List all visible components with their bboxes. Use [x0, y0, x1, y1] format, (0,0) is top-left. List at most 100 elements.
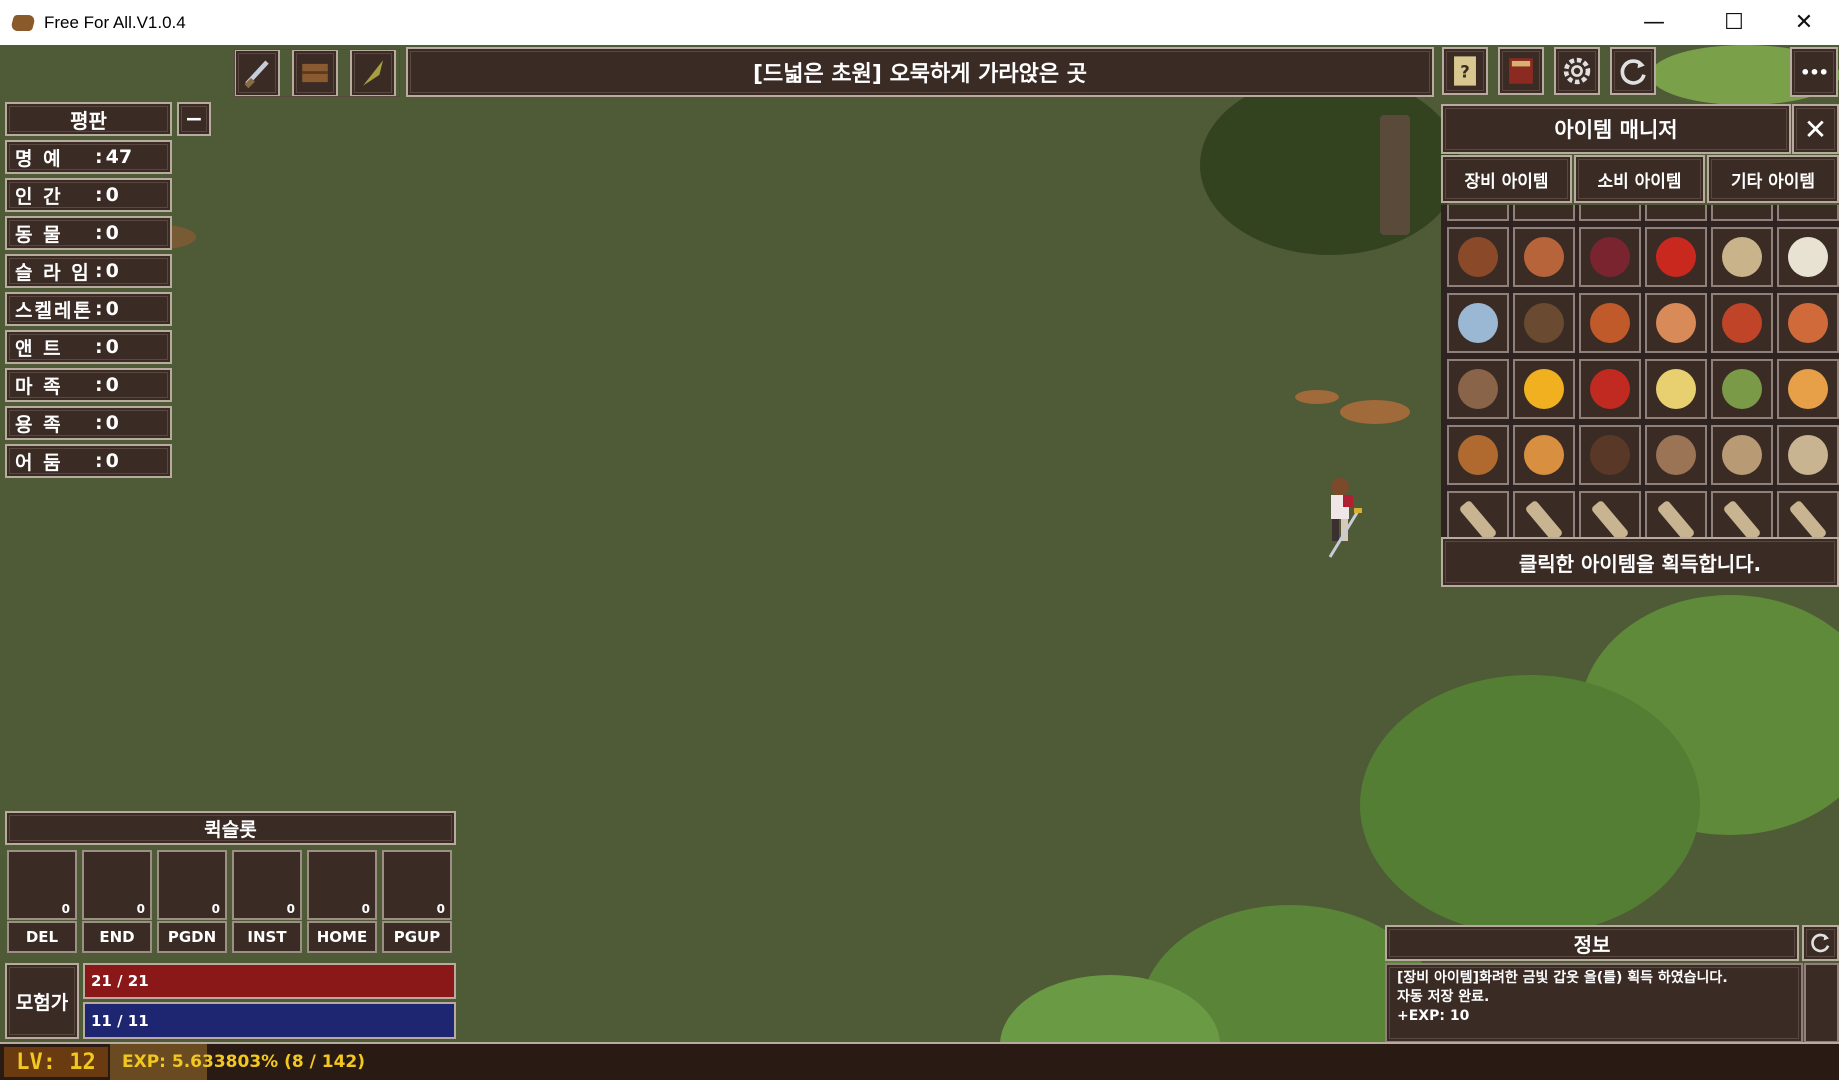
info-log[interactable]: [장비 아이템]화려한 금빛 갑옷 을(를) 획득 하였습니다. 자동 저장 완료…: [1385, 963, 1803, 1043]
book-button[interactable]: [1498, 47, 1544, 95]
item-slot[interactable]: [1447, 359, 1509, 419]
reputation-collapse-button[interactable]: −: [177, 102, 211, 136]
window-controls: — ☐ ✕: [1609, 0, 1839, 45]
item-slot-partial[interactable]: [1513, 205, 1575, 221]
item-slot[interactable]: [1513, 425, 1575, 485]
item-slot[interactable]: [1513, 293, 1575, 353]
dirt-patch: [1340, 400, 1410, 424]
item-slot[interactable]: [1579, 227, 1641, 287]
item-slot[interactable]: [1447, 425, 1509, 485]
item-slot[interactable]: [1711, 227, 1773, 287]
item-slot[interactable]: [1447, 293, 1509, 353]
class-name: 모험가: [15, 991, 69, 1014]
item-slot-partial[interactable]: [1447, 205, 1509, 221]
item-icon: [1524, 303, 1564, 343]
minimize-button[interactable]: —: [1609, 0, 1699, 45]
item-icon: [1458, 303, 1498, 343]
level-text: LV: 12: [16, 1049, 96, 1075]
reputation-separator: :: [95, 184, 103, 206]
item-slot[interactable]: [1513, 359, 1575, 419]
info-log-lines: [장비 아이템]화려한 금빛 갑옷 을(를) 획득 하였습니다. 자동 저장 완료…: [1397, 969, 1791, 1026]
reputation-value: 47: [105, 146, 133, 168]
feather-button[interactable]: [350, 49, 396, 97]
item-slot[interactable]: [1579, 293, 1641, 353]
sword-icon: [244, 60, 269, 89]
quickslot-slot[interactable]: 0: [232, 850, 302, 920]
item-icon: [1788, 369, 1828, 409]
quickslot-slot[interactable]: 0: [157, 850, 227, 920]
menu-button[interactable]: •••: [1790, 47, 1838, 97]
item-icon: [1590, 237, 1630, 277]
reputation-separator: :: [95, 336, 103, 358]
item-tab-equipment[interactable]: 장비 아이템: [1441, 155, 1572, 203]
item-icon: [1524, 499, 1564, 543]
gear-icon: [1563, 57, 1591, 85]
reputation-label: 슬 라 임: [15, 261, 91, 284]
item-slot[interactable]: [1777, 227, 1839, 287]
item-icon: [1722, 435, 1762, 475]
minus-icon: −: [184, 106, 204, 132]
chest-button[interactable]: [292, 49, 338, 97]
item-slot-partial[interactable]: [1645, 205, 1707, 221]
player-character: [1310, 475, 1370, 565]
refresh-button[interactable]: [1610, 47, 1656, 95]
reputation-separator: :: [95, 374, 103, 396]
quickslot-slot[interactable]: 0: [7, 850, 77, 920]
location-title: [드넓은 초원] 오묵하게 가라앉은 곳: [752, 62, 1088, 87]
reputation-row: 명 예:47: [5, 140, 172, 174]
item-tab-etc[interactable]: 기타 아이템: [1707, 155, 1839, 203]
item-slot[interactable]: [1711, 425, 1773, 485]
reputation-row: 어 둠:0: [5, 444, 172, 478]
item-manager-title: 아이템 매니저: [1554, 118, 1678, 142]
reputation-separator: :: [95, 222, 103, 244]
item-icon: [1788, 435, 1828, 475]
quest-button[interactable]: ?: [1442, 47, 1488, 95]
item-slot-partial[interactable]: [1777, 205, 1839, 221]
class-badge: 모험가: [5, 963, 79, 1039]
item-slot[interactable]: [1513, 227, 1575, 287]
item-slot[interactable]: [1645, 359, 1707, 419]
info-refresh-button[interactable]: [1802, 925, 1839, 961]
item-manager-close-button[interactable]: ✕: [1792, 104, 1839, 154]
item-icon: [1722, 499, 1762, 543]
item-slot[interactable]: [1711, 293, 1773, 353]
item-slot[interactable]: [1777, 425, 1839, 485]
close-window-button[interactable]: ✕: [1769, 0, 1839, 45]
book-icon: [1509, 58, 1533, 84]
item-slot[interactable]: [1711, 359, 1773, 419]
quickslot-slot[interactable]: 0: [382, 850, 452, 920]
settings-button[interactable]: [1554, 47, 1600, 95]
game-viewport[interactable]: [드넓은 초원] 오묵하게 가라앉은 곳 ? ••• 평판 − 명 예:47 인 …: [0, 45, 1839, 1080]
refresh-icon: [1620, 59, 1646, 85]
maximize-button[interactable]: ☐: [1699, 0, 1769, 45]
reputation-value: 0: [105, 374, 119, 396]
quickslot-slot[interactable]: 0: [82, 850, 152, 920]
reputation-label: 동 물: [15, 223, 63, 246]
info-scrollbar[interactable]: [1804, 963, 1839, 1043]
quickslot-key: END: [82, 921, 152, 953]
reputation-separator: :: [95, 146, 103, 168]
item-slot-partial[interactable]: [1579, 205, 1641, 221]
item-slot[interactable]: [1645, 293, 1707, 353]
quickslot-count: 0: [286, 902, 295, 916]
item-slot[interactable]: [1579, 359, 1641, 419]
item-icon: [1590, 435, 1630, 475]
item-manager-hint: 클릭한 아이템을 획득합니다.: [1518, 551, 1762, 576]
item-tab-consumable[interactable]: 소비 아이템: [1574, 155, 1705, 203]
reputation-separator: :: [95, 260, 103, 282]
item-slot-partial[interactable]: [1711, 205, 1773, 221]
reputation-label: 용 족: [15, 413, 63, 436]
quickslot-count: 0: [211, 902, 220, 916]
sword-button[interactable]: [234, 49, 280, 97]
exp-bar: LV: 12 EXP: 5.633803% (8 / 142): [0, 1042, 1839, 1080]
item-slot[interactable]: [1645, 227, 1707, 287]
quickslot-slot[interactable]: 0: [307, 850, 377, 920]
item-slot[interactable]: [1777, 293, 1839, 353]
reputation-separator: :: [95, 298, 103, 320]
refresh-icon: [1811, 933, 1830, 953]
item-slot[interactable]: [1645, 425, 1707, 485]
reputation-row: 슬 라 임:0: [5, 254, 172, 288]
item-slot[interactable]: [1579, 425, 1641, 485]
item-slot[interactable]: [1447, 227, 1509, 287]
item-slot[interactable]: [1777, 359, 1839, 419]
